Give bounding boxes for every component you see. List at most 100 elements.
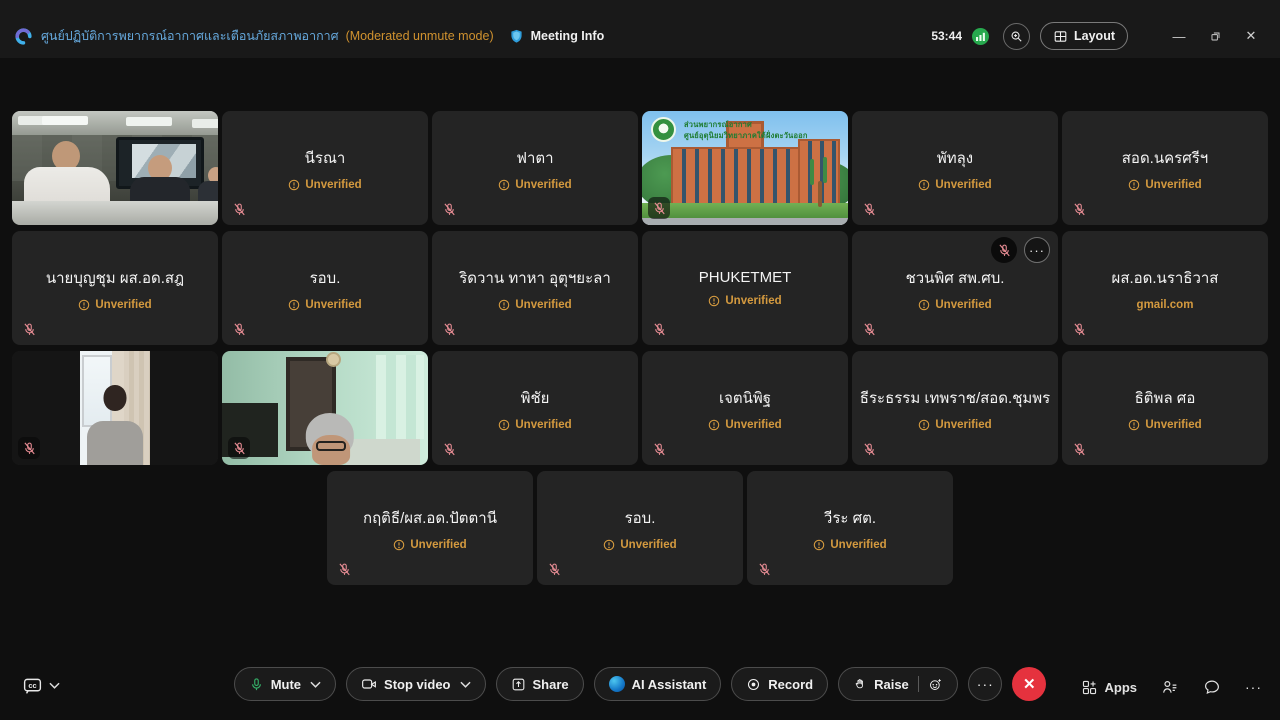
- video-feed: ส่วนพยากรณ์อากาศศูนย์อุตุนิยมวิทยาภาคใต้…: [642, 111, 848, 225]
- record-button-label: Record: [768, 677, 813, 692]
- tile-mute-button[interactable]: [991, 237, 1017, 263]
- raise-hand-icon: [853, 677, 867, 691]
- participant-tile[interactable]: พิชัยUnverified: [432, 351, 638, 465]
- apps-grid-icon: [1081, 679, 1098, 696]
- meeting-info-button[interactable]: Meeting Info: [531, 29, 605, 43]
- participant-tile[interactable]: ผส.อด.นราธิวาสgmail.com: [1062, 231, 1268, 345]
- participant-tile-video[interactable]: [222, 351, 428, 465]
- status-label: gmail.com: [1137, 299, 1194, 311]
- connection-quality-icon[interactable]: [972, 28, 989, 45]
- zoom-view-button[interactable]: [1003, 23, 1030, 50]
- participant-name: สอด.นครศรีฯ: [1122, 146, 1208, 170]
- participant-tile[interactable]: ริดวาน ทาหา อุตุฯยะลาUnverified: [432, 231, 638, 345]
- muted-mic-icon: [232, 322, 247, 337]
- meeting-window: ศูนย์ปฏิบัติการพยากรณ์อากาศและเตือนภัยสภ…: [0, 0, 1280, 720]
- tile-more-button[interactable]: ···: [1024, 237, 1050, 263]
- status-label: Unverified: [515, 419, 571, 431]
- participant-name: ริดวาน ทาหา อุตุฯยะลา: [459, 266, 611, 290]
- muted-mic-icon: [862, 202, 877, 217]
- participant-info: ผส.อด.นราธิวาสgmail.com: [1062, 231, 1268, 345]
- record-button[interactable]: Record: [731, 667, 828, 701]
- more-panel-button[interactable]: ···: [1245, 679, 1262, 695]
- apps-button[interactable]: Apps: [1081, 679, 1138, 696]
- station-logo: [651, 117, 676, 142]
- participant-tile-video[interactable]: ส่วนพยากรณ์อากาศศูนย์อุตุนิยมวิทยาภาคใต้…: [642, 111, 848, 225]
- participant-info: ฟาตาUnverified: [432, 111, 638, 225]
- participant-name: กฤติธี/ผส.อด.ปัตตานี: [363, 506, 497, 530]
- verification-status: gmail.com: [1137, 299, 1194, 311]
- unverified-icon: [1128, 419, 1140, 431]
- unverified-icon: [708, 295, 720, 307]
- participant-name: เจตนิพิฐ: [719, 386, 771, 410]
- participant-tile[interactable]: ชวนพิศ สพ.ศบ.Unverified···: [852, 231, 1058, 345]
- participant-tile[interactable]: วีระ ศต.Unverified: [747, 471, 953, 585]
- participant-info: พิชัยUnverified: [432, 351, 638, 465]
- status-label: Unverified: [935, 299, 991, 311]
- participant-tile[interactable]: นายบุญชุม ผส.อด.สฎUnverified: [12, 231, 218, 345]
- top-bar: ศูนย์ปฏิบัติการพยากรณ์อากาศและเตือนภัยสภ…: [0, 0, 1280, 58]
- participant-info: วีระ ศต.Unverified: [747, 471, 953, 585]
- participant-info: ธิติพล ศอUnverified: [1062, 351, 1268, 465]
- reactions-smiley-icon[interactable]: [928, 677, 943, 692]
- verification-status: Unverified: [288, 299, 361, 311]
- participant-tile[interactable]: PHUKETMETUnverified: [642, 231, 848, 345]
- layout-button[interactable]: Layout: [1040, 22, 1128, 50]
- muted-mic-icon: [547, 562, 562, 577]
- participant-tile[interactable]: เจตนิพิฐUnverified: [642, 351, 848, 465]
- participants-panel-button[interactable]: [1161, 678, 1179, 696]
- participant-tile-video[interactable]: [12, 351, 218, 465]
- ai-assistant-button[interactable]: AI Assistant: [594, 667, 722, 701]
- stop-video-button[interactable]: Stop video: [346, 667, 485, 701]
- participant-grid-bottom-row: กฤติธี/ผส.อด.ปัตตานีUnverifiedรอบ.Unveri…: [0, 471, 1280, 585]
- status-label: Unverified: [1145, 179, 1201, 191]
- ai-assistant-icon: [609, 676, 625, 692]
- participant-tile-video[interactable]: [12, 111, 218, 225]
- video-feed: [12, 351, 218, 465]
- raise-hand-button[interactable]: Raise: [838, 667, 958, 701]
- verification-status: Unverified: [288, 179, 361, 191]
- verification-status: Unverified: [498, 419, 571, 431]
- status-label: Unverified: [515, 179, 571, 191]
- participant-tile[interactable]: ธิติพล ศอUnverified: [1062, 351, 1268, 465]
- participant-info: เจตนิพิฐUnverified: [642, 351, 848, 465]
- status-label: Unverified: [95, 299, 151, 311]
- muted-mic-icon: [862, 322, 877, 337]
- verification-status: Unverified: [813, 539, 886, 551]
- participant-info: สอด.นครศรีฯ Unverified: [1062, 111, 1268, 225]
- meeting-title: ศูนย์ปฏิบัติการพยากรณ์อากาศและเตือนภัยสภ…: [41, 26, 339, 46]
- participant-info: ริดวาน ทาหา อุตุฯยะลาUnverified: [432, 231, 638, 345]
- participant-tile[interactable]: กฤติธี/ผส.อด.ปัตตานี Unverified: [327, 471, 533, 585]
- apps-button-label: Apps: [1105, 680, 1138, 695]
- participant-tile[interactable]: รอบ. Unverified: [222, 231, 428, 345]
- participant-tile[interactable]: สอด.นครศรีฯ Unverified: [1062, 111, 1268, 225]
- restore-button[interactable]: [1200, 24, 1230, 48]
- participant-info: PHUKETMETUnverified: [642, 231, 848, 345]
- unverified-icon: [708, 419, 720, 431]
- share-button[interactable]: Share: [496, 667, 584, 701]
- status-label: Unverified: [830, 539, 886, 551]
- unverified-icon: [288, 179, 300, 191]
- participant-info: นายบุญชุม ผส.อด.สฎUnverified: [12, 231, 218, 345]
- chat-panel-button[interactable]: [1203, 678, 1221, 696]
- participant-name: รอบ.: [310, 266, 341, 290]
- participant-name: รอบ.: [625, 506, 656, 530]
- participant-tile[interactable]: ฟาตาUnverified: [432, 111, 638, 225]
- muted-mic-icon: [862, 442, 877, 457]
- muted-mic-icon: [18, 437, 40, 459]
- minimize-button[interactable]: —: [1164, 24, 1194, 48]
- unverified-icon: [603, 539, 615, 551]
- more-options-button[interactable]: ···: [968, 667, 1002, 701]
- participant-tile[interactable]: รอบ.Unverified: [537, 471, 743, 585]
- shield-icon: [508, 28, 525, 45]
- verification-status: Unverified: [393, 539, 466, 551]
- mute-button-label: Mute: [271, 677, 301, 692]
- mute-button[interactable]: Mute: [234, 667, 336, 701]
- tile-hover-controls: ···: [991, 237, 1050, 263]
- participant-tile[interactable]: พัทลุงUnverified: [852, 111, 1058, 225]
- verification-status: Unverified: [918, 299, 991, 311]
- leave-meeting-button[interactable]: ✕: [1012, 667, 1046, 701]
- share-screen-icon: [511, 677, 526, 692]
- participant-tile[interactable]: ธีระธรรม เทพราช/สอด.ชุมพรUnverified: [852, 351, 1058, 465]
- close-button[interactable]: ✕: [1236, 24, 1266, 48]
- participant-tile[interactable]: นีรณาUnverified: [222, 111, 428, 225]
